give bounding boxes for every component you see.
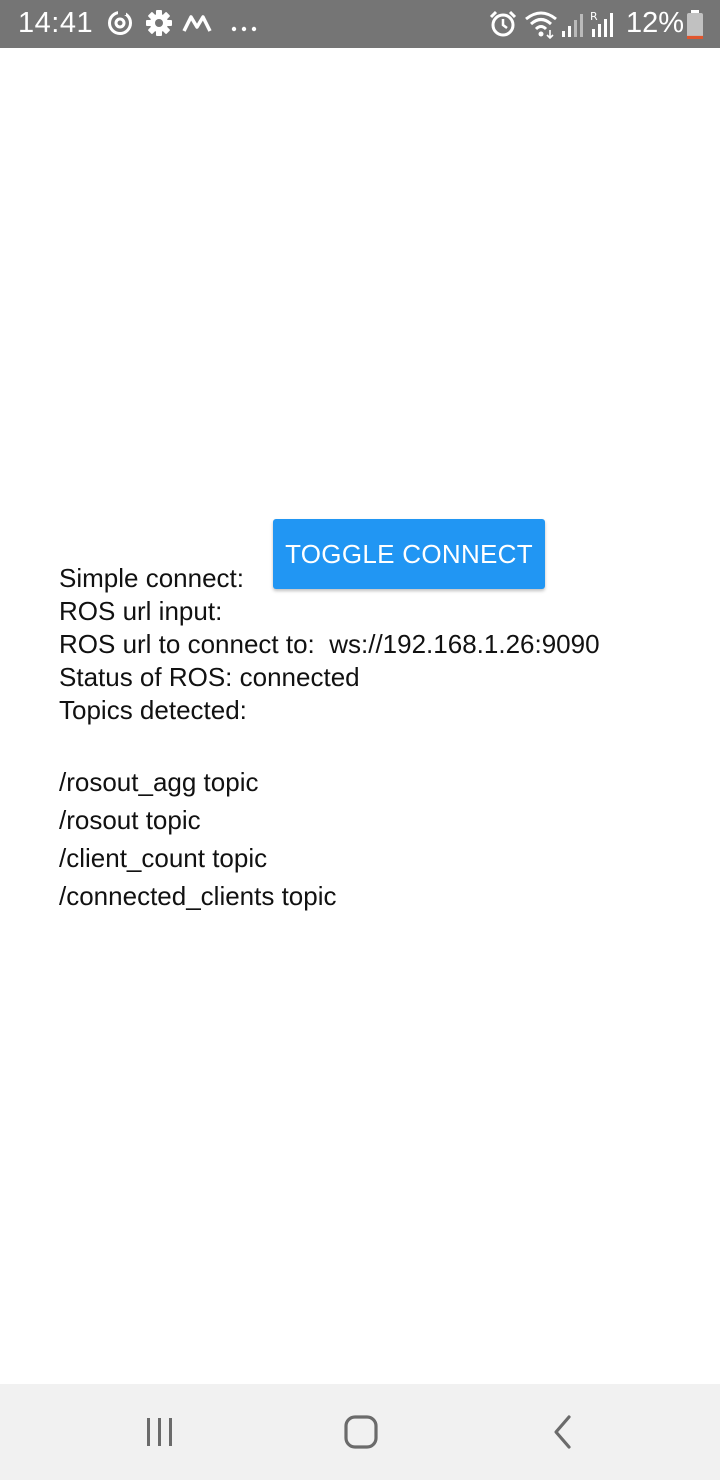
- alarm-icon: [488, 9, 518, 44]
- more-dots-icon: [230, 20, 258, 38]
- svg-text:R: R: [590, 10, 598, 23]
- settings-gear-icon: [145, 9, 173, 42]
- recent-apps-icon: [147, 1418, 172, 1446]
- recent-apps-button[interactable]: [90, 1384, 230, 1480]
- wifi-icon: [524, 9, 558, 44]
- m-app-icon: [182, 9, 212, 42]
- topic-item: /client_count topic: [59, 843, 268, 873]
- simple-connect-label: Simple connect:: [59, 563, 244, 593]
- status-time: 14:41: [18, 7, 94, 39]
- ros-url-input-label: ROS url input:: [59, 596, 223, 626]
- battery-icon: [686, 10, 704, 45]
- signal-roaming-icon: R: [588, 9, 618, 44]
- home-icon: [344, 1415, 378, 1449]
- topic-item: /rosout_agg topic: [59, 767, 259, 797]
- battery-percent: 12%: [626, 7, 685, 39]
- topic-list: /rosout_agg topic /rosout topic /client_…: [59, 763, 699, 915]
- ros-status-line: Status of ROS: connected: [59, 662, 360, 692]
- home-button[interactable]: [291, 1384, 431, 1480]
- ros-info-panel: Simple connect: ROS url input: ROS url t…: [59, 562, 699, 915]
- topics-detected-label: Topics detected:: [59, 695, 247, 725]
- topic-item: /connected_clients topic: [59, 881, 337, 911]
- status-bar: 14:41 R 12%: [0, 0, 720, 48]
- topic-item: /rosout topic: [59, 805, 201, 835]
- navigation-bar: [0, 1384, 720, 1480]
- back-icon: [554, 1415, 571, 1449]
- sync-icon: [106, 9, 134, 42]
- ros-url-line: ROS url to connect to: ws://192.168.1.26…: [59, 629, 600, 659]
- back-button[interactable]: [493, 1384, 633, 1480]
- signal-icon: [560, 9, 586, 44]
